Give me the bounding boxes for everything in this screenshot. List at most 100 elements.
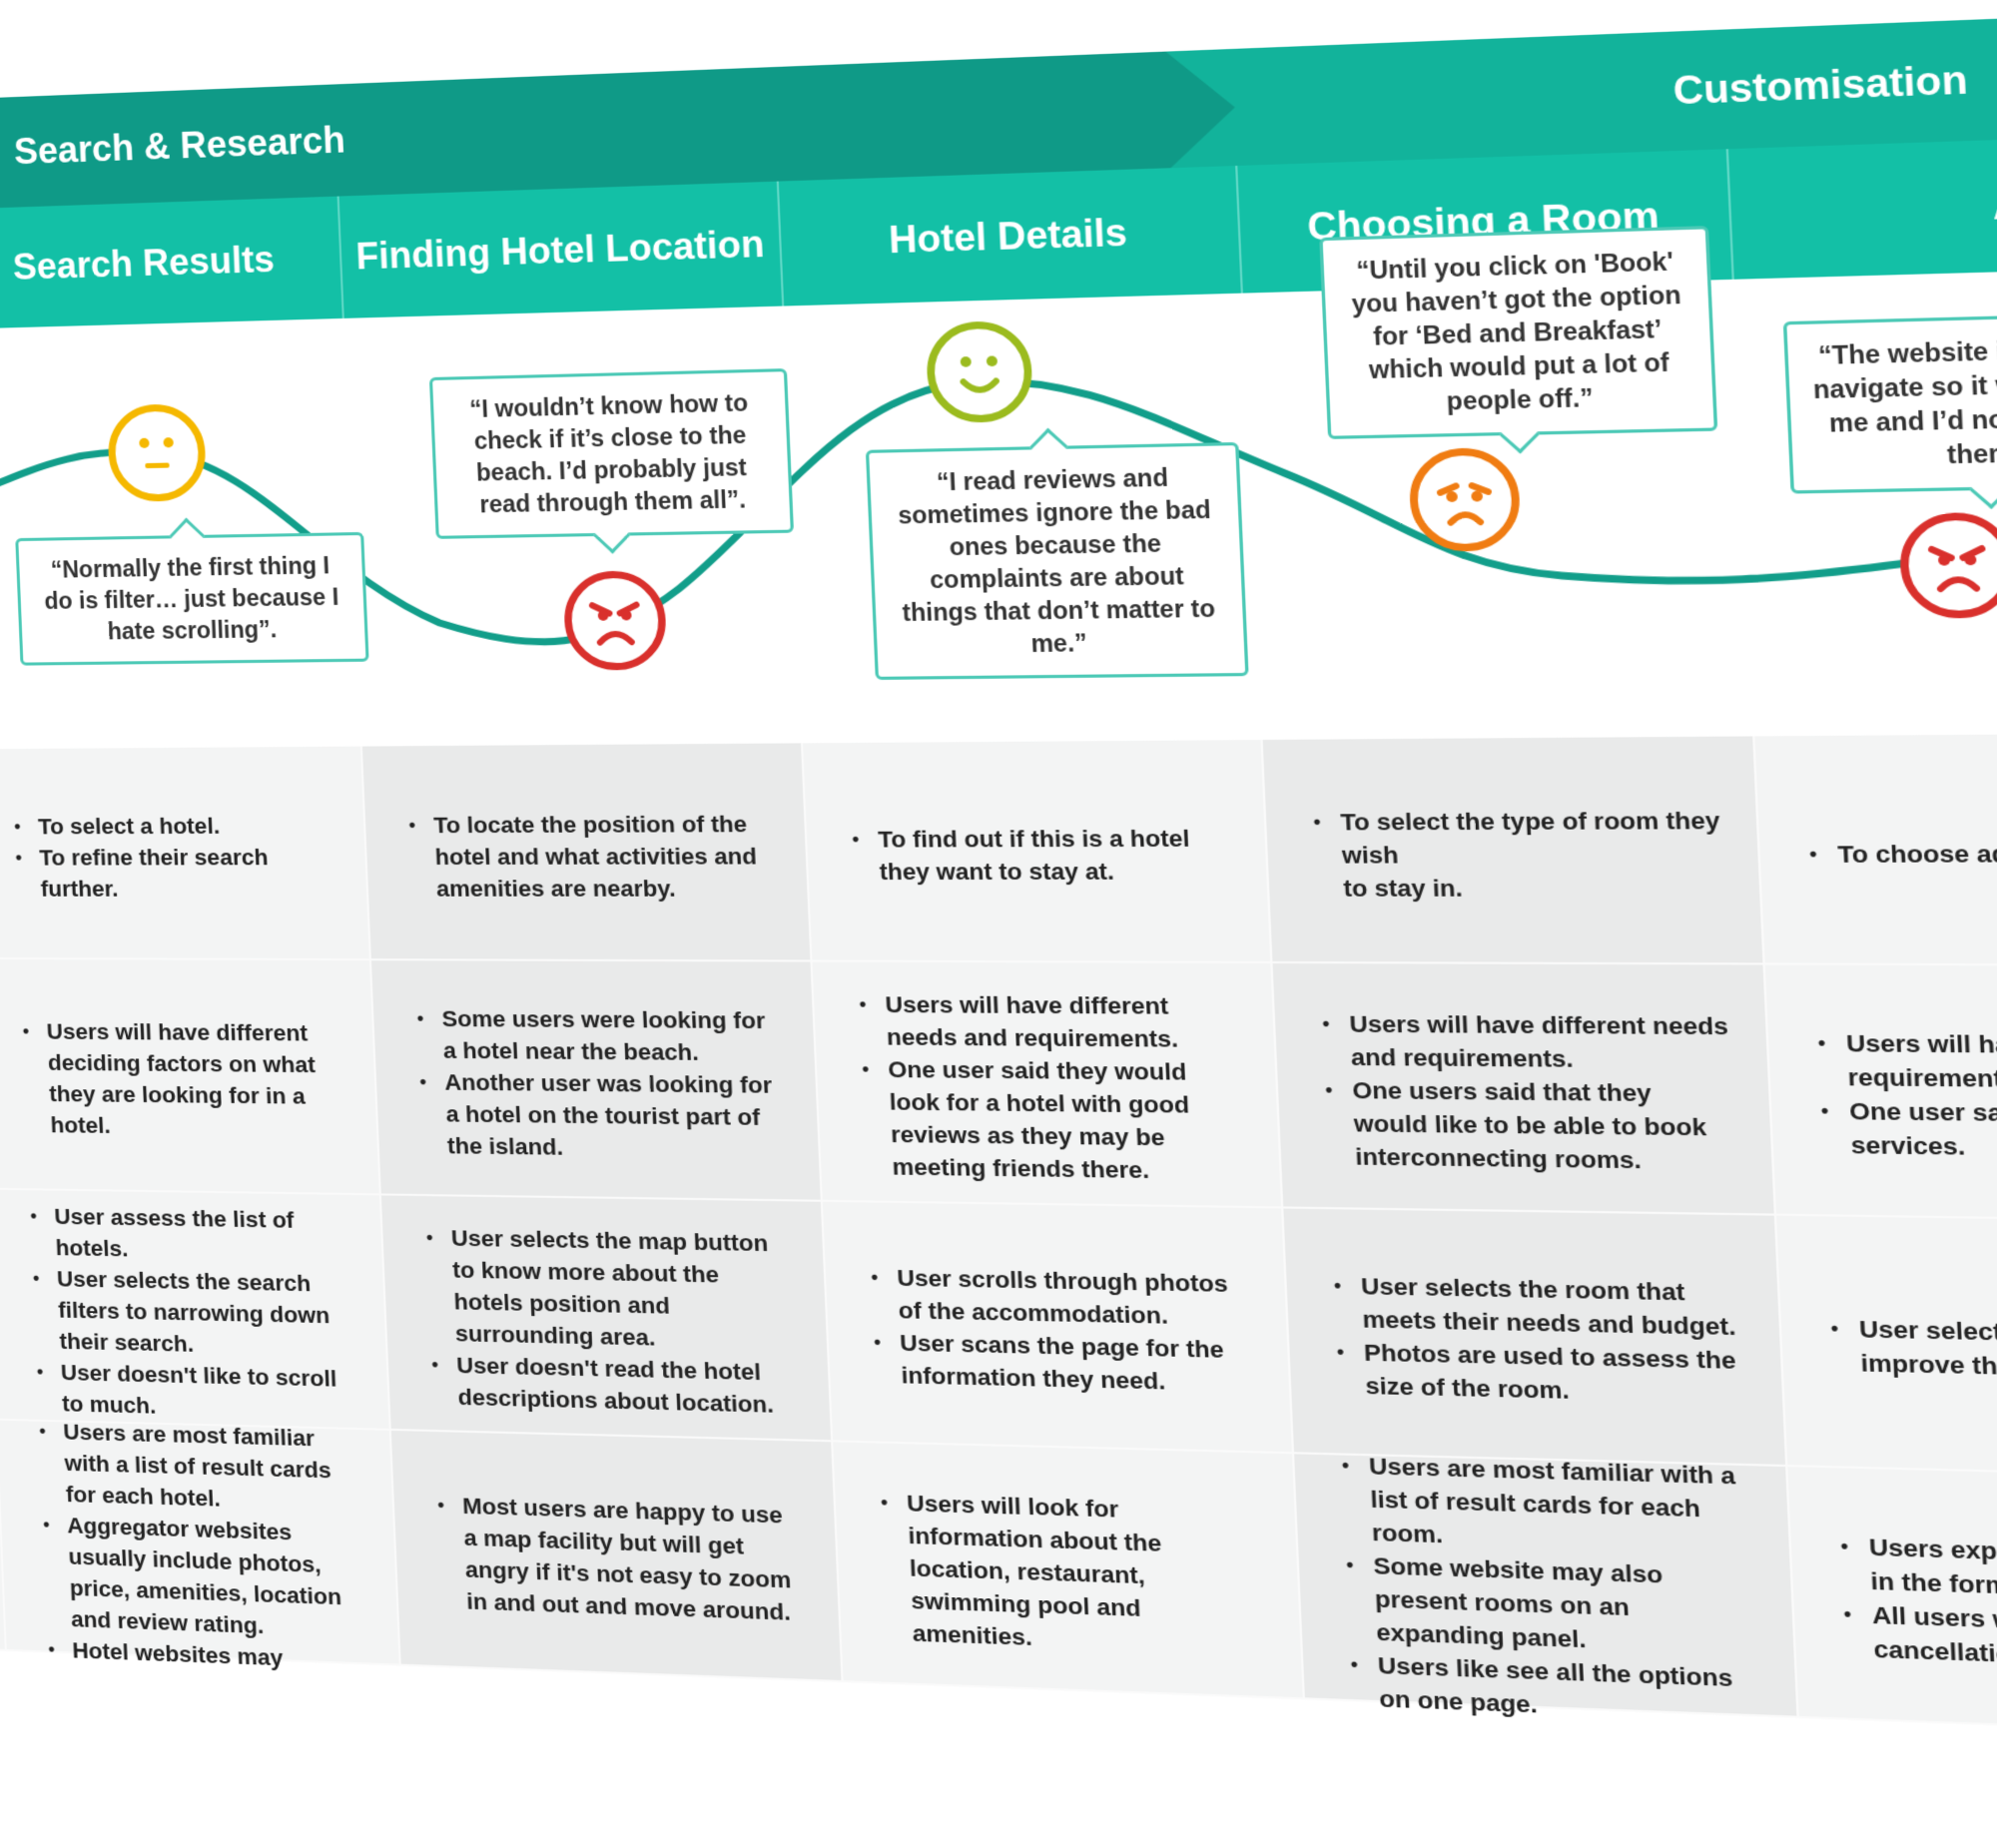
stage-label: Hotel Details (888, 211, 1128, 262)
cell-needs: Some users were looking for a hotel near… (370, 960, 823, 1202)
bullet-item: To select a hotel. (38, 810, 334, 842)
bullet-item: Users will have different needs and requ… (1349, 1007, 1733, 1077)
phase-label: Search & Research (13, 118, 346, 173)
bullet-item: To select the type of room they wish to … (1340, 804, 1725, 905)
bullet-item: User doesn't like to scroll to much. (60, 1356, 358, 1426)
cell-needs: Users will have different needs and requ… (1272, 962, 1777, 1216)
bullet-list: User assess the list of hotels.User sele… (32, 1200, 358, 1427)
bullet-item: Aggregator websites usually include phot… (67, 1510, 367, 1645)
bullet-item: One users said that they would like to b… (1352, 1073, 1737, 1178)
bullet-list: To select the type of room they wish to … (1315, 804, 1725, 905)
cell-behaviours: User assess the list of hotels.User sele… (0, 1189, 391, 1431)
cell-behaviours: User selects the map button to know more… (380, 1195, 834, 1443)
emotion-curve-area: “Normally the first thing I do is filter… (0, 226, 1997, 750)
neutral-face-icon (106, 402, 208, 503)
bullet-list: Users will have different needs and requ… (861, 988, 1247, 1188)
bullet-item: To find out if this is a hotel they want… (878, 822, 1234, 888)
bullet-item: Users are most familiar with a list of r… (1368, 1450, 1754, 1560)
bullet-list: Users will have different needs and requ… (1819, 1026, 1997, 1169)
bullet-item: Users will have different needs and requ… (885, 988, 1241, 1056)
cell-needs: Users will have different needs and requ… (812, 961, 1284, 1209)
bullet-list: To find out if this is a hotel they want… (854, 822, 1233, 888)
cell-insights: Users will look for information about th… (833, 1442, 1306, 1700)
bullet-item: Users will look for information about th… (906, 1487, 1267, 1661)
bullet-list: To locate the position of the hotel and … (410, 808, 776, 905)
cell-goals: To locate the position of the hotel and … (361, 743, 813, 962)
bullet-list: To select a hotel.To refine their search… (16, 810, 336, 905)
bullet-item: Users will have different needs and requ… (1845, 1026, 1997, 1099)
bullet-item: User doesn't read the hotel descriptions… (456, 1349, 798, 1421)
quote-bubble: “I read reviews and sometimes ignore the… (865, 441, 1249, 680)
bullet-item: User assess the list of hotels. (54, 1200, 351, 1268)
bullet-item: To choose additional options for their s… (1837, 836, 1997, 871)
column-hotel-details: To find out if this is a hotel they want… (803, 740, 1306, 1700)
quote-bubble: “Until you click on 'Book' you haven’t g… (1319, 226, 1718, 439)
bullet-item: User scrolls through photos of the accom… (897, 1262, 1253, 1334)
cell-insights: Users are most familiar with a list of r… (1294, 1453, 1799, 1718)
quote-bubble: “Normally the first thing I do is filter… (15, 531, 369, 666)
bullet-item: All users want to be clear at this stage… (1871, 1598, 1997, 1687)
quote-text: “I wouldn’t know how to check if it’s cl… (468, 388, 749, 518)
bullet-item: To refine their search further. (39, 841, 336, 904)
bullet-item: Photos are used to assess the size of th… (1363, 1336, 1747, 1411)
quote-bubble: “The website isn’t easy to navigate so i… (1782, 310, 1997, 494)
quote-text: “Until you click on 'Book' you haven’t g… (1351, 247, 1682, 415)
column-search-results: To select a hotel.To refine their search… (0, 746, 401, 1670)
customer-journey-map: Search & Research Customisation Search R… (0, 0, 1997, 1846)
bullet-item: To locate the position of the hotel and … (433, 808, 776, 905)
stage-hotel-details: Hotel Details (778, 165, 1243, 307)
bullet-list: Users will have different needs and requ… (1324, 1006, 1737, 1177)
bullet-item: Users like see all the options on one pa… (1377, 1649, 1762, 1730)
bullet-list: Some users were looking for a hotel near… (418, 1002, 787, 1166)
bullet-item: Another user was looking for a hotel on … (444, 1066, 787, 1166)
bullet-list: Users expect add-on options to be presen… (1842, 1530, 1997, 1687)
angry-face-icon (562, 570, 668, 671)
bullet-item: Some website may also present rooms on a… (1373, 1549, 1759, 1662)
bullet-item: Users are most familiar with a list of r… (63, 1416, 362, 1519)
stage-label: Add-ons (1991, 177, 1997, 229)
bullet-list: Users are most familiar with a list of r… (1343, 1449, 1761, 1729)
bullet-item: One user said they would look for a hote… (888, 1053, 1247, 1188)
bullet-item: Most users are happy to use a map facili… (462, 1490, 807, 1628)
bullet-list: User selects the room that meets their n… (1336, 1269, 1748, 1411)
stage-label: Search Results (11, 238, 276, 289)
phase-customisation: Customisation (1165, 0, 1997, 169)
bullet-item: Users will have different deciding facto… (46, 1015, 346, 1143)
cell-needs: Users will have different needs and requ… (1764, 964, 1997, 1227)
quote-text: “Normally the first thing I do is filter… (43, 551, 339, 645)
cell-goals: To find out if this is a hotel they want… (803, 740, 1273, 963)
bullet-item: User selects the search filters to narro… (56, 1263, 355, 1363)
stage-add-ons: Add-ons (1727, 125, 1997, 280)
bullet-item: User scans the page for the information … (899, 1327, 1255, 1400)
bullet-item: One user said they would use hotel trans… (1848, 1094, 1997, 1169)
bullet-list: Users are most familiar with a list of r… (41, 1416, 369, 1677)
angry-face-icon (1897, 511, 1997, 619)
cell-insights: Users expect add-on options to be presen… (1787, 1467, 1997, 1745)
bullet-list: Users will have different deciding facto… (24, 1015, 346, 1144)
stage-label: Finding Hotel Location (354, 222, 766, 278)
bullet-list: Most users are happy to use a map facili… (439, 1490, 807, 1629)
cell-goals: To select the type of room they wish to … (1262, 736, 1765, 965)
bullet-item: Some users were looking for a hotel near… (441, 1002, 783, 1068)
cell-behaviours: User scrolls through photos of the accom… (822, 1201, 1295, 1455)
column-finding-hotel-location: To locate the position of the hotel and … (361, 743, 844, 1683)
cell-insights: Most users are happy to use a map facili… (390, 1430, 844, 1683)
cell-behaviours: User selects the add-ons that they feel … (1776, 1215, 1997, 1486)
bullet-list: User selects the map button to know more… (427, 1222, 798, 1422)
quote-bubble: “I wouldn’t know how to check if it’s cl… (428, 368, 795, 539)
happy-face-icon (925, 319, 1034, 424)
phase-label: Customisation (1671, 57, 1969, 114)
cell-needs: Users will have different deciding facto… (0, 958, 381, 1196)
worried-face-icon (1407, 446, 1523, 553)
bullet-list: To choose additional options for their s… (1811, 836, 1997, 871)
bullet-item: User selects the map button to know more… (450, 1222, 795, 1357)
column-choosing-a-room: To select the type of room they wish to … (1262, 736, 1799, 1718)
quote-text: “I read reviews and sometimes ignore the… (897, 463, 1216, 658)
bullet-list: User scrolls through photos of the accom… (873, 1261, 1256, 1400)
cell-goals: To choose additional options for their s… (1754, 731, 1997, 967)
cell-insights: Users are most familiar with a list of r… (0, 1419, 401, 1670)
stage-search-results: Search Results (0, 196, 344, 329)
journey-grid: ly To select a hotel.To refine their sea… (0, 731, 1997, 1745)
stage-finding-hotel-location: Finding Hotel Location (338, 181, 785, 318)
bullet-list: User selects the add-ons that they feel … (1832, 1312, 1997, 1394)
